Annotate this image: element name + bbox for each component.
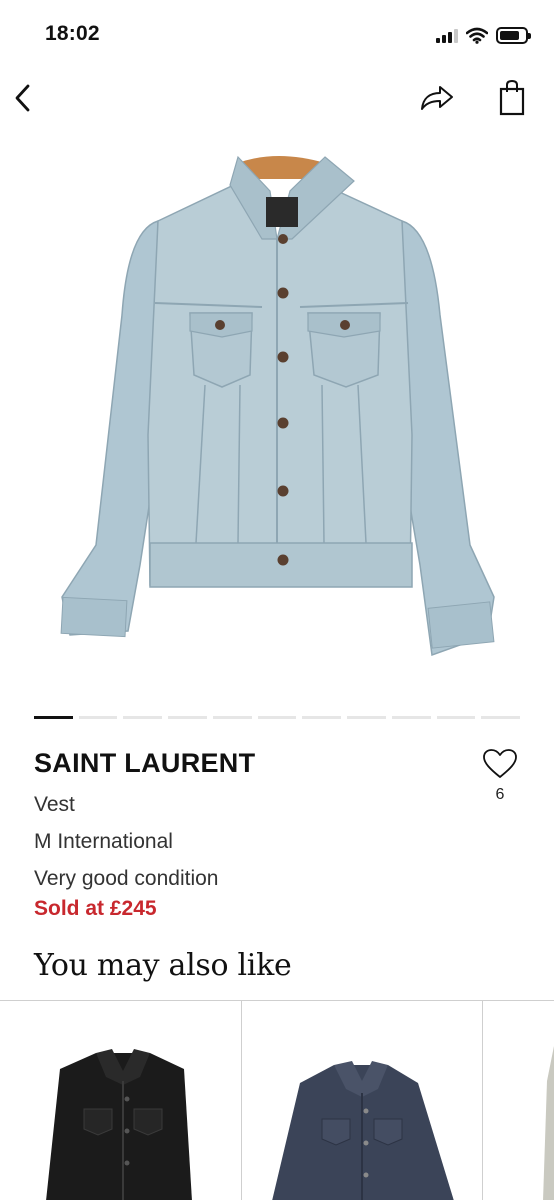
favorites-count: 6 [495, 786, 505, 803]
product-condition: Very good condition [34, 867, 219, 890]
sold-price-label: Sold at £245 [34, 897, 157, 920]
share-arrow-icon [421, 86, 453, 110]
chevron-left-icon [15, 84, 30, 112]
recommendations-carousel[interactable] [0, 1000, 554, 1200]
image-carousel-indicator[interactable] [34, 716, 521, 720]
heart-outline-icon [483, 749, 517, 778]
status-icons [436, 24, 531, 46]
status-bar: 18:02 [0, 0, 554, 70]
signal-icon [436, 27, 458, 43]
product-image[interactable] [0, 135, 554, 695]
favorite-button[interactable]: 6 [478, 748, 522, 818]
carousel-indicator-segment[interactable] [391, 716, 431, 719]
shopping-bag-button[interactable] [492, 76, 532, 120]
shopping-bag-icon [499, 79, 525, 116]
nav-bar [0, 70, 554, 130]
status-time: 18:02 [45, 22, 100, 45]
recommendations-title: You may also like [34, 948, 292, 983]
carousel-indicator-segment[interactable] [436, 716, 476, 719]
recommendation-card[interactable] [241, 1001, 483, 1200]
product-size: M International [34, 830, 173, 853]
denim-jacket-image [60, 155, 495, 657]
carousel-indicator-segment[interactable] [212, 716, 252, 719]
wifi-icon [466, 27, 488, 44]
carousel-indicator-segment[interactable] [481, 716, 521, 719]
carousel-indicator-segment[interactable] [257, 716, 297, 719]
product-type: Vest [34, 793, 75, 816]
carousel-indicator-segment[interactable] [34, 716, 73, 719]
partial-jacket-image [543, 1046, 554, 1200]
recommendation-card[interactable] [482, 1001, 554, 1200]
carousel-indicator-segment[interactable] [78, 716, 118, 719]
carousel-indicator-segment[interactable] [302, 716, 342, 719]
black-denim-jacket-image [46, 1049, 192, 1200]
product-brand: SAINT LAURENT [34, 748, 256, 778]
carousel-indicator-segment[interactable] [347, 716, 386, 719]
dark-denim-jacket-image [272, 1061, 454, 1200]
carousel-indicator-segment[interactable] [123, 716, 163, 719]
battery-icon [496, 26, 531, 44]
back-button[interactable] [6, 78, 40, 118]
carousel-indicator-segment[interactable] [168, 716, 207, 719]
recommendation-card[interactable] [0, 1001, 242, 1200]
share-button[interactable] [414, 78, 460, 118]
